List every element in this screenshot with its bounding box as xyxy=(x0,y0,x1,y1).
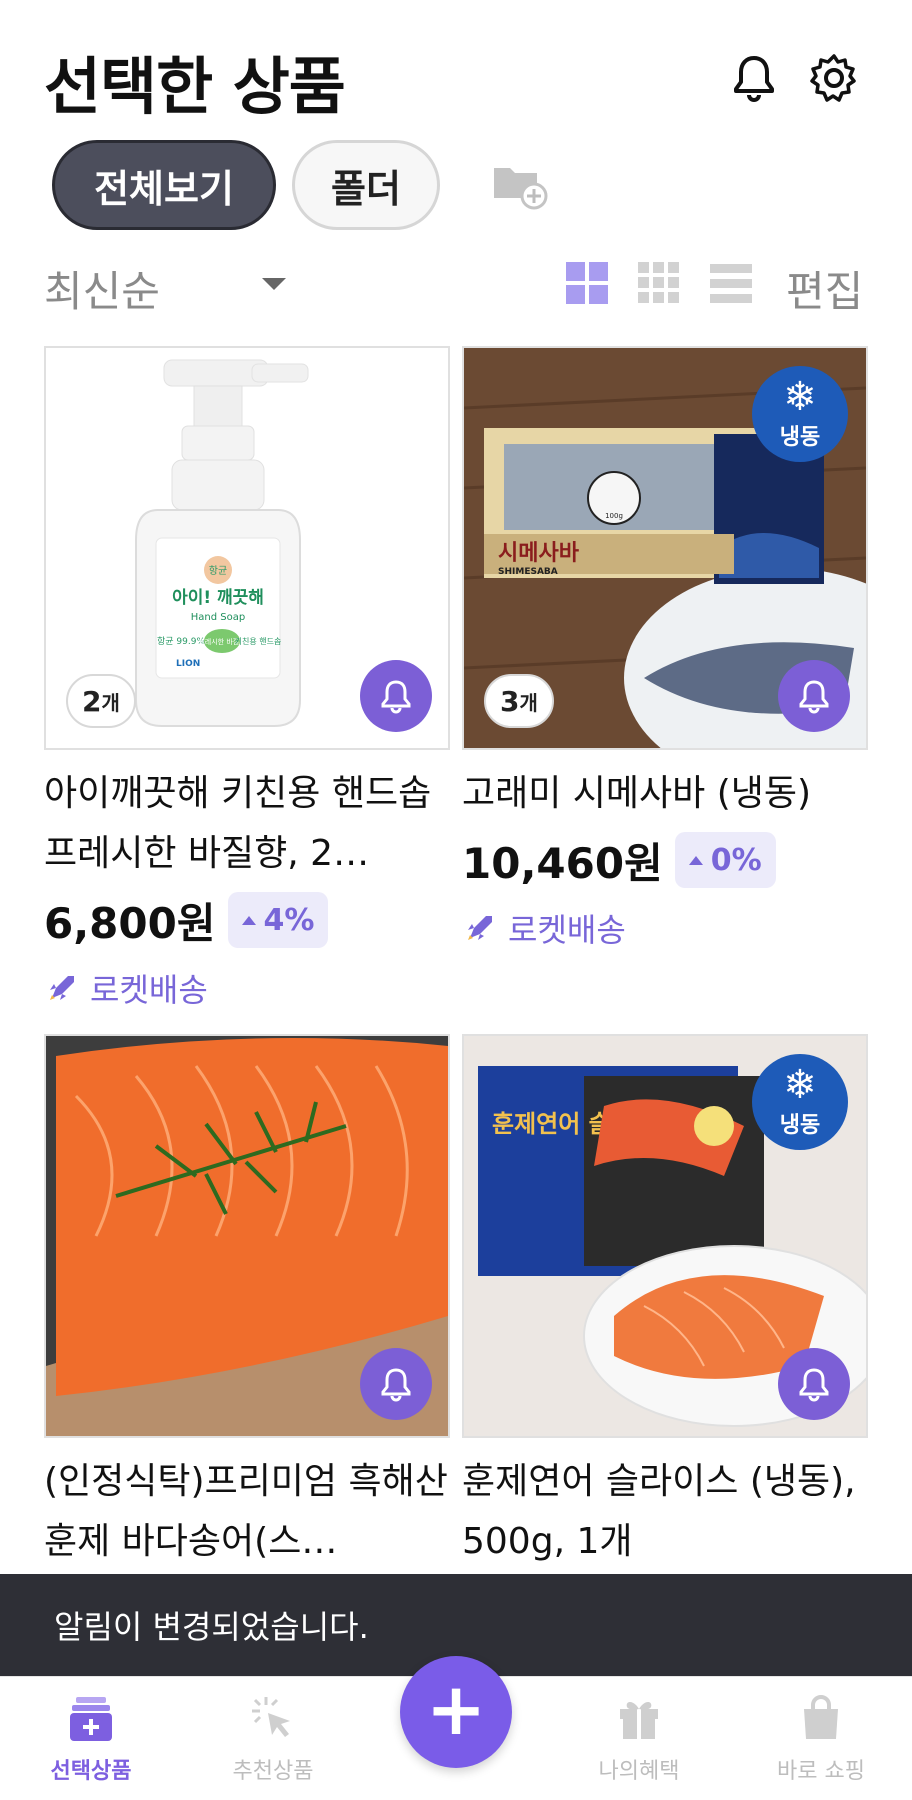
price-row: 6,800원 4% xyxy=(44,888,450,952)
sort-bar: 최신순 편집 xyxy=(0,250,912,320)
price-change-badge: 0% xyxy=(674,832,776,888)
pointer-sparkle-icon xyxy=(252,1697,290,1737)
bell-icon xyxy=(799,680,829,714)
add-button[interactable]: + xyxy=(400,1656,512,1768)
bell-icon xyxy=(799,1368,829,1402)
frozen-label: 냉동 xyxy=(779,1113,821,1138)
count-badge: 3개 xyxy=(484,674,554,728)
bell-icon xyxy=(381,1368,411,1402)
product-card[interactable]: 훈제연어 슬라이스 ❄ 냉동 훈제연어 슬라이스 (냉동), 500g, 1개 xyxy=(462,1034,868,1572)
alarm-bell-button[interactable] xyxy=(360,1348,432,1420)
list-icon[interactable] xyxy=(708,260,754,306)
rocket-icon xyxy=(468,916,492,940)
grid-large-icon[interactable] xyxy=(564,260,610,306)
product-card[interactable]: 시메사바 SHIMESABA 100g ❄ 냉동 3개 고래미 시메사바 (냉동… xyxy=(462,346,868,956)
bell-icon[interactable] xyxy=(726,50,782,106)
frozen-badge: ❄ 냉동 xyxy=(752,366,848,462)
caret-down-icon[interactable] xyxy=(262,278,286,290)
frozen-label: 냉동 xyxy=(779,425,821,450)
nav-label: 나의혜택 xyxy=(598,1759,680,1784)
soap-sub-text: Hand Soap xyxy=(191,612,245,623)
delivery-row: 로켓배송 xyxy=(462,900,868,956)
delivery-label: 로켓배송 xyxy=(508,911,626,949)
plus-icon: + xyxy=(425,1667,487,1751)
mackerel-sub-text: SHIMESABA xyxy=(498,567,558,577)
delivery-label: 로켓배송 xyxy=(90,971,208,1009)
nav-label: 추천상품 xyxy=(232,1759,314,1784)
page-title: 선택한 상품 xyxy=(44,50,346,123)
snowflake-icon: ❄ xyxy=(783,1062,817,1108)
product-name[interactable]: 고래미 시메사바 (냉동) xyxy=(462,764,868,824)
soap-brand-text: 아이! 깨끗해 xyxy=(172,588,264,608)
product-image[interactable] xyxy=(44,1034,450,1438)
alarm-bell-button[interactable] xyxy=(778,1348,850,1420)
count-value: 2 xyxy=(82,684,102,718)
product-image[interactable]: 훈제연어 슬라이스 ❄ 냉동 xyxy=(462,1034,868,1438)
product-image[interactable]: 시메사바 SHIMESABA 100g ❄ 냉동 3개 xyxy=(462,346,868,750)
filter-chips: 전체보기 폴더 xyxy=(0,138,912,232)
chip-all[interactable]: 전체보기 xyxy=(52,140,276,230)
sort-dropdown[interactable]: 최신순 xyxy=(44,258,160,319)
shopping-bag-icon xyxy=(804,1695,838,1739)
price-row: 10,460원 0% xyxy=(462,828,868,892)
nav-label: 바로 쇼핑 xyxy=(777,1759,865,1784)
alarm-bell-button[interactable] xyxy=(360,660,432,732)
product-image[interactable]: 항균 아이! 깨끗해 Hand Soap 항균 99.9% 프레시한 바질향 키… xyxy=(44,346,450,750)
product-name[interactable]: 훈제연어 슬라이스 (냉동), 500g, 1개 xyxy=(462,1452,868,1572)
price-change-badge: 4% xyxy=(227,892,329,948)
count-value: 3 xyxy=(500,684,520,718)
soap-maker-text: LION xyxy=(176,659,200,669)
caret-up-icon xyxy=(241,915,256,925)
mackerel-label-text: 시메사바 xyxy=(498,541,580,566)
soap-tag3-text: 키친용 핸드솝 xyxy=(235,636,282,646)
soap-brand-small-text: 항균 xyxy=(209,565,227,577)
mackerel-weight-text: 100g xyxy=(605,512,623,520)
caret-up-icon xyxy=(688,855,703,865)
rocket-icon xyxy=(50,976,74,1000)
count-unit: 개 xyxy=(101,690,120,715)
product-price: 10,460원 xyxy=(462,838,663,888)
product-name[interactable]: 아이깨끗해 키친용 핸드솝 프레시한 바질향, 2… xyxy=(44,764,450,884)
frozen-badge: ❄ 냉동 xyxy=(752,1054,848,1150)
product-name[interactable]: (인정식탁)프리미엄 흑해산 훈제 바다송어(스… xyxy=(44,1452,450,1572)
count-badge: 2개 xyxy=(66,674,136,728)
gear-icon[interactable] xyxy=(806,50,862,106)
product-price: 6,800원 xyxy=(44,898,216,948)
gift-icon xyxy=(620,1702,658,1739)
price-change-value: 0% xyxy=(710,842,762,878)
edit-button[interactable]: 편집 xyxy=(786,258,863,319)
nav-quick-shopping[interactable]: 바로 쇼핑 xyxy=(756,1691,886,1785)
product-card[interactable]: (인정식탁)프리미엄 흑해산 훈제 바다송어(스… xyxy=(44,1034,450,1572)
nav-label: 선택상품 xyxy=(50,1759,132,1784)
price-change-value: 4% xyxy=(263,902,315,938)
count-unit: 개 xyxy=(519,690,538,715)
chip-folder[interactable]: 폴더 xyxy=(292,140,440,230)
snowflake-icon: ❄ xyxy=(783,374,817,420)
alarm-bell-button[interactable] xyxy=(778,660,850,732)
nav-selected-products[interactable]: 선택상품 xyxy=(26,1691,156,1785)
folder-add-icon[interactable] xyxy=(490,158,550,212)
product-card[interactable]: 항균 아이! 깨끗해 Hand Soap 항균 99.9% 프레시한 바질향 키… xyxy=(44,346,450,1016)
grid-small-icon[interactable] xyxy=(636,260,682,306)
delivery-row: 로켓배송 xyxy=(44,960,450,1016)
header: 선택한 상품 xyxy=(0,0,912,130)
bell-icon xyxy=(381,680,411,714)
nav-recommended[interactable]: 추천상품 xyxy=(208,1691,338,1785)
basket-icon xyxy=(70,1697,112,1741)
nav-my-benefits[interactable]: 나의혜택 xyxy=(574,1691,704,1785)
